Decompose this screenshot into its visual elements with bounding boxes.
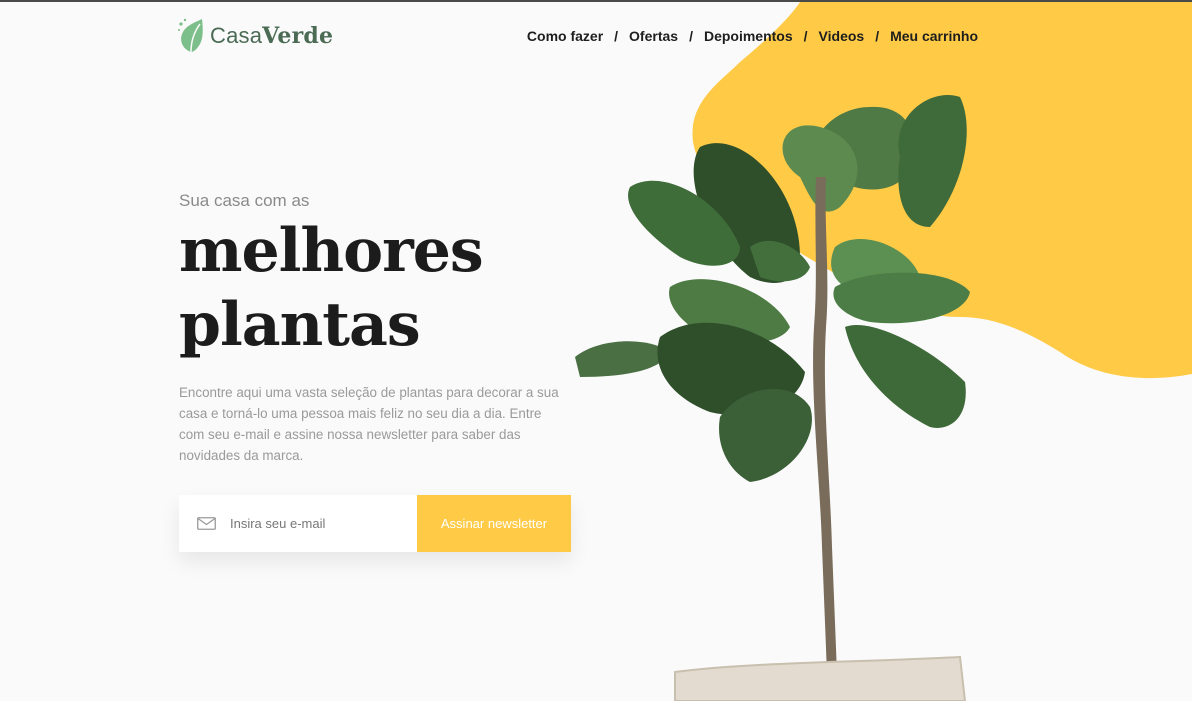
- plant-image: [575, 95, 970, 701]
- nav-item-como-fazer[interactable]: Como fazer: [527, 28, 603, 44]
- site-header: CasaVerde Como fazer / Ofertas / Depoime…: [178, 16, 978, 60]
- newsletter-form: Assinar newsletter: [179, 495, 571, 552]
- nav-separator: /: [875, 28, 880, 44]
- mail-icon: [197, 517, 216, 530]
- hero-title: melhores plantas: [179, 214, 484, 362]
- hero-description: Encontre aqui uma vasta seleção de plant…: [179, 385, 559, 463]
- subscribe-newsletter-button[interactable]: Assinar newsletter: [417, 495, 571, 552]
- nav-item-depoimentos[interactable]: Depoimentos: [704, 28, 793, 44]
- leaf-icon: [178, 18, 203, 53]
- brand-name: CasaVerde: [210, 23, 333, 49]
- email-field[interactable]: [179, 495, 417, 552]
- brand-logo[interactable]: CasaVerde: [178, 18, 333, 54]
- brand-name-bold: Verde: [262, 23, 334, 49]
- nav-item-meu-carrinho[interactable]: Meu carrinho: [890, 28, 978, 44]
- email-input[interactable]: [228, 515, 402, 532]
- main-nav: Como fazer / Ofertas / Depoimentos / Vid…: [527, 28, 978, 44]
- plant-basket: [674, 655, 967, 701]
- nav-item-videos[interactable]: Videos: [819, 28, 865, 44]
- brand-name-light: Casa: [210, 23, 263, 48]
- hero-title-line1: melhores: [179, 216, 484, 286]
- hero-title-line2: plantas: [179, 290, 421, 360]
- nav-separator: /: [689, 28, 693, 44]
- hero-kicker: Sua casa com as: [179, 191, 310, 210]
- nav-separator: /: [803, 28, 808, 44]
- nav-item-ofertas[interactable]: Ofertas: [629, 28, 678, 44]
- nav-separator: /: [614, 28, 619, 44]
- plant-leaves: [575, 95, 970, 482]
